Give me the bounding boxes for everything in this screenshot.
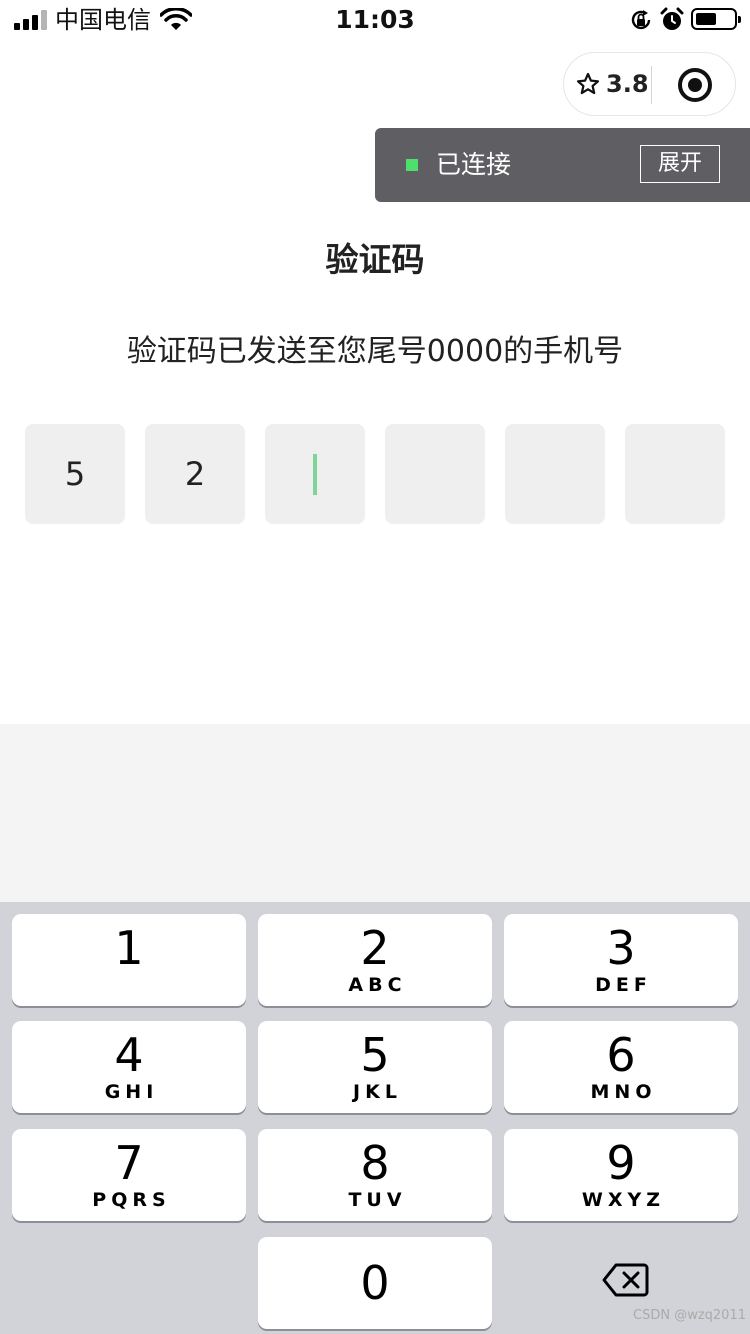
alarm-icon (660, 7, 684, 30)
keyboard-accessory-area (0, 724, 750, 902)
connection-status-toast: 已连接 展开 (375, 128, 750, 202)
capsule-divider (651, 66, 652, 104)
screen: 中国电信 11:03 3.8 已连接 展开 验证码 验证码已发送至您尾号0000… (0, 0, 750, 1334)
connection-status-text: 已连接 (436, 150, 512, 179)
battery-icon (691, 8, 741, 30)
verification-code-input[interactable]: 5 2 (25, 424, 725, 524)
key-8[interactable]: 8 TUV (258, 1129, 492, 1221)
connected-indicator-icon (406, 159, 418, 171)
key-6[interactable]: 6 MNO (504, 1021, 738, 1113)
key-1[interactable]: 1 (12, 914, 246, 1006)
key-0[interactable]: 0 (258, 1237, 492, 1329)
code-digit-box[interactable] (625, 424, 725, 524)
expand-button[interactable]: 展开 (640, 145, 720, 183)
code-digit-box[interactable] (385, 424, 485, 524)
key-4[interactable]: 4 GHI (12, 1021, 246, 1113)
code-digit-box-active[interactable] (265, 424, 365, 524)
text-caret (313, 454, 317, 495)
page-title: 验证码 (325, 240, 425, 279)
mini-program-capsule: 3.8 (563, 52, 736, 116)
backspace-icon[interactable] (602, 1262, 650, 1298)
close-mini-program-icon[interactable] (676, 66, 714, 104)
rating-value: 3.8 (606, 70, 649, 98)
key-9[interactable]: 9 WXYZ (504, 1129, 738, 1221)
star-icon[interactable] (576, 72, 600, 96)
key-3[interactable]: 3 DEF (504, 914, 738, 1006)
key-7[interactable]: 7 PQRS (12, 1129, 246, 1221)
code-digit-box[interactable] (505, 424, 605, 524)
code-digit-box[interactable]: 2 (145, 424, 245, 524)
sent-notice: 验证码已发送至您尾号0000的手机号 (126, 334, 624, 369)
rotation-lock-icon (631, 10, 651, 30)
status-bar: 中国电信 11:03 (0, 0, 750, 40)
code-digit-box[interactable]: 5 (25, 424, 125, 524)
key-2[interactable]: 2 ABC (258, 914, 492, 1006)
watermark: CSDN @wzq2011 (633, 1308, 746, 1323)
key-5[interactable]: 5 JKL (258, 1021, 492, 1113)
